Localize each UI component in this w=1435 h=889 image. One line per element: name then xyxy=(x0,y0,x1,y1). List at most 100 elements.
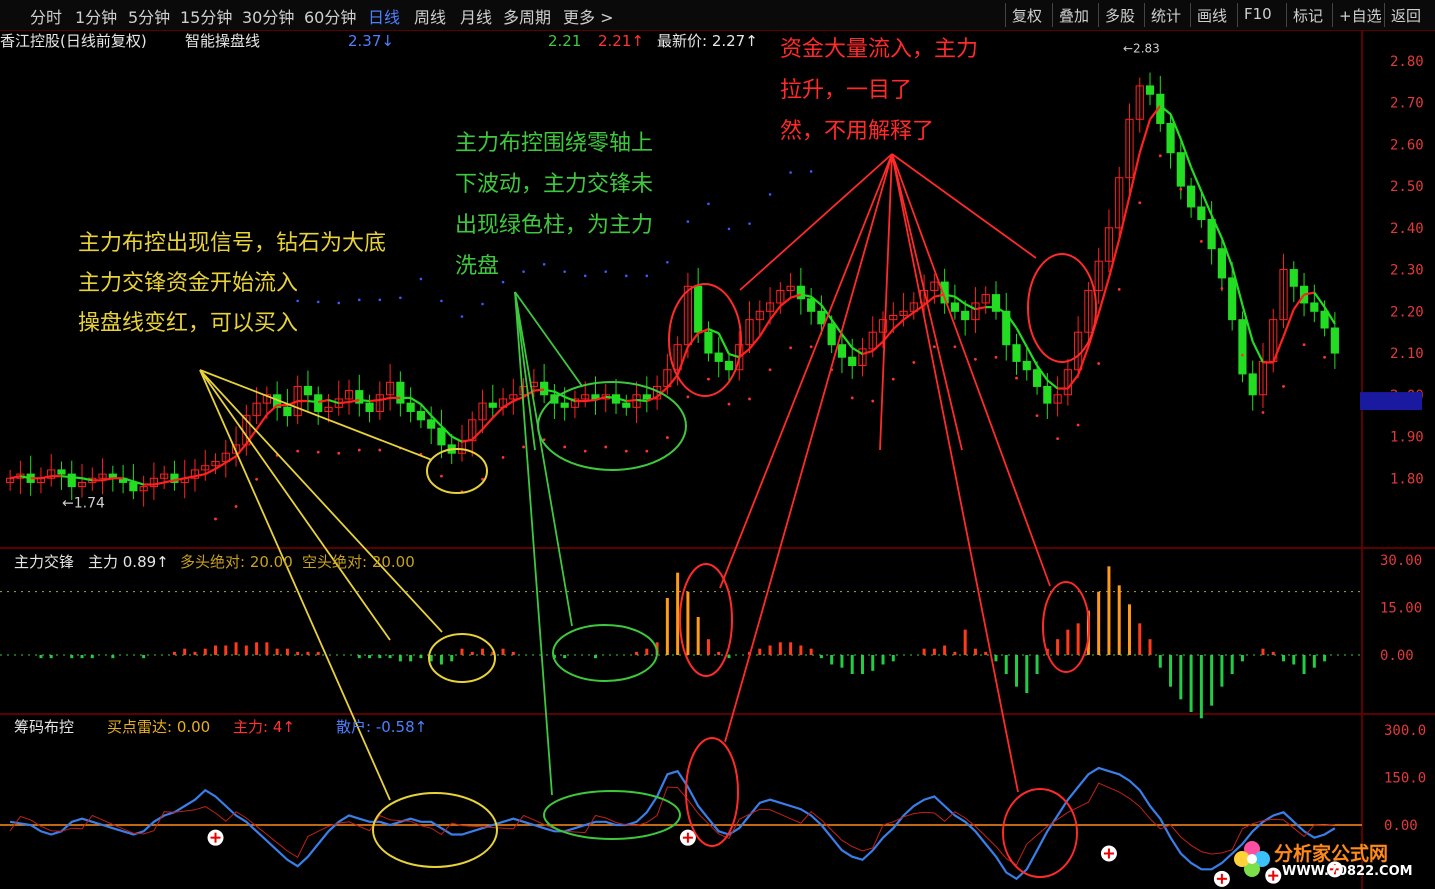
capital-long-label: 多头绝对: 20.00 xyxy=(180,553,293,571)
flow-bar xyxy=(460,648,464,655)
period-tab[interactable]: 分时 xyxy=(30,4,62,28)
annotation-red: 资金大量流入，主力 xyxy=(780,37,978,62)
candle xyxy=(1238,319,1247,375)
trend-line xyxy=(758,319,771,337)
toolbar-button[interactable]: 统计 xyxy=(1144,3,1187,27)
flow-bar xyxy=(1066,629,1070,655)
resistance-dot xyxy=(337,301,341,305)
price-tick: 2.10 xyxy=(1390,346,1424,362)
trend-line xyxy=(769,305,782,321)
period-tab[interactable]: 周线 xyxy=(414,4,446,28)
support-dot xyxy=(1323,355,1326,359)
flow-tick: 0.00 xyxy=(1380,648,1414,664)
resistance-dot xyxy=(809,170,813,173)
indicator-value: 2.21 xyxy=(548,32,581,50)
kline-chart: ←1.74 ←2.83 主力布控出现信号，钻石为大底主力交锋资金开始流入操盘线变红… xyxy=(0,30,1435,889)
support-dot xyxy=(316,450,320,454)
flow-bar xyxy=(1220,655,1224,687)
annotation-green: 主力布控围绕零轴上 xyxy=(455,131,653,156)
chip-radar-value: 买点雷达: 0.00 xyxy=(107,718,210,736)
ellipse-red xyxy=(1027,253,1097,363)
support-dot xyxy=(707,377,710,381)
toolbar-button[interactable]: F10 xyxy=(1237,3,1278,27)
candle xyxy=(1043,385,1052,404)
support-dot xyxy=(768,368,772,372)
toolbar-button[interactable]: 叠加 xyxy=(1052,3,1095,27)
flow-tick: 15.00 xyxy=(1380,601,1422,617)
flow-bar xyxy=(563,655,567,659)
resistance-dot xyxy=(563,270,566,273)
flow-bar xyxy=(840,655,844,668)
flow-bar xyxy=(1189,655,1193,712)
support-dot xyxy=(337,451,341,455)
support-dot xyxy=(357,448,361,452)
annotation-layer: 主力布控出现信号，钻石为大底主力交锋资金开始流入操盘线变红，可以买入 主力布控围绕… xyxy=(78,37,1097,878)
flow-bar xyxy=(244,645,248,655)
period-tab[interactable]: 60分钟 xyxy=(304,4,356,28)
trend-line xyxy=(1015,327,1028,348)
flow-bar xyxy=(973,648,977,655)
resistance-dot xyxy=(686,220,690,223)
candle xyxy=(642,394,651,400)
period-tab[interactable]: 5分钟 xyxy=(128,4,170,28)
annotation-green: 洗盘 xyxy=(455,254,499,279)
candle xyxy=(1207,218,1216,250)
period-tab[interactable]: 多周期 xyxy=(503,4,551,28)
trend-line xyxy=(1118,196,1131,240)
price-tick: 1.90 xyxy=(1390,430,1424,446)
annotation-yellow: 主力交锋资金开始流入 xyxy=(78,271,298,296)
trend-line xyxy=(1097,277,1110,314)
resistance-dot xyxy=(542,263,546,266)
flow-bar xyxy=(450,655,454,662)
flow-bar xyxy=(409,655,413,662)
support-dot xyxy=(871,399,875,403)
main-line xyxy=(9,766,1336,881)
candle xyxy=(1032,369,1042,387)
flow-bar xyxy=(593,655,597,659)
trend-line xyxy=(1272,335,1285,363)
resistance-dot xyxy=(460,315,464,318)
toolbar-button[interactable]: 画线 xyxy=(1190,3,1233,27)
toolbar-button[interactable]: 标记 xyxy=(1286,3,1329,27)
flow-bar xyxy=(768,645,772,655)
flow-bar xyxy=(1282,655,1286,662)
buy-signal-icon xyxy=(207,829,224,846)
toolbar-button[interactable]: +自选 xyxy=(1332,3,1388,27)
candle xyxy=(1289,269,1298,287)
flow-bar xyxy=(378,655,382,659)
period-tab[interactable]: 1分钟 xyxy=(75,4,117,28)
support-dot xyxy=(255,477,258,481)
stock-title: 香江控股(日线前复权) xyxy=(0,32,147,50)
ellipse-red xyxy=(685,737,739,847)
toolbar-button[interactable]: 返回 xyxy=(1384,3,1427,27)
flow-bar xyxy=(234,642,238,655)
candle xyxy=(1176,152,1185,187)
period-tab[interactable]: 日线 xyxy=(368,4,400,28)
period-tab[interactable]: 月线 xyxy=(460,4,492,28)
support-dot xyxy=(1158,154,1162,158)
period-tab[interactable]: 15分钟 xyxy=(180,4,232,28)
support-dot xyxy=(1138,201,1142,205)
retail-line xyxy=(9,782,1335,866)
trend-line xyxy=(779,296,792,307)
candle xyxy=(837,344,847,358)
price-axis: 2.802.702.602.502.402.302.202.102.001.90… xyxy=(1360,54,1426,834)
candle xyxy=(437,427,446,446)
support-dot xyxy=(1282,385,1285,388)
candle xyxy=(796,285,805,300)
period-tab[interactable]: 30分钟 xyxy=(242,4,294,28)
toolbar-button[interactable]: 复权 xyxy=(1005,3,1048,27)
resistance-dot xyxy=(748,222,751,225)
flow-bar xyxy=(265,642,269,655)
period-tab[interactable]: 更多 > xyxy=(563,4,614,28)
candle xyxy=(1310,302,1319,312)
capital-short-label: 空头绝对: 20.00 xyxy=(302,553,415,571)
support-dot xyxy=(1199,239,1203,243)
annotation-green: 下波动，主力交锋未 xyxy=(455,172,653,197)
flow-bar xyxy=(1097,591,1101,655)
support-dot xyxy=(809,345,813,349)
pointer-red xyxy=(724,153,893,743)
flow-bar xyxy=(1015,655,1019,687)
toolbar-button[interactable]: 多股 xyxy=(1098,3,1141,27)
resistance-dot xyxy=(604,270,608,273)
